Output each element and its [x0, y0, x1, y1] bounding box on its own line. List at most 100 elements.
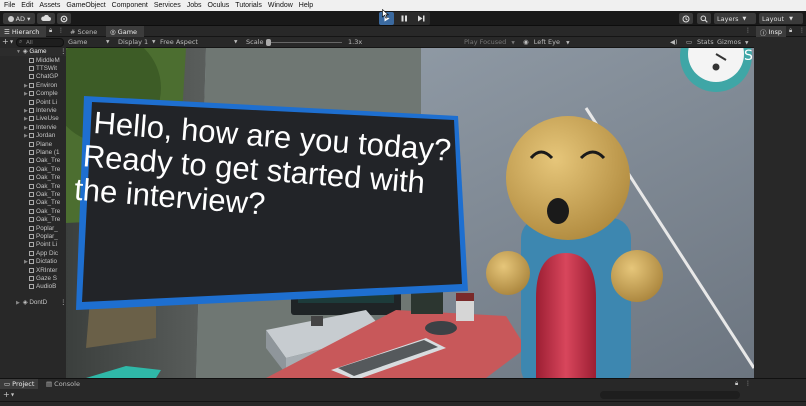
- kebab-menu-icon[interactable]: ⋮: [799, 27, 805, 34]
- lock-icon[interactable]: 🔒︎: [789, 27, 792, 35]
- hierarchy-item[interactable]: Oak_Tre: [0, 216, 66, 224]
- layers-label: Layers: [717, 14, 739, 23]
- hierarchy-item[interactable]: Oak_Tre: [0, 208, 66, 216]
- hierarchy-item[interactable]: Oak_Tre: [0, 199, 66, 207]
- hierarchy-item[interactable]: Oak_Tre: [0, 183, 66, 191]
- expand-arrow-icon[interactable]: ▼: [16, 48, 21, 56]
- gameobject-cube-icon: [29, 133, 34, 139]
- history-icon: [682, 15, 690, 22]
- menu-file[interactable]: File: [4, 2, 15, 9]
- game-view-toolbar: Game ▼ Display 1 ▼ Free Aspect ▼ Scale 1…: [66, 37, 754, 48]
- scale-slider[interactable]: [266, 39, 342, 46]
- menu-oculus[interactable]: Oculus: [208, 2, 230, 9]
- game-mode-dropdown[interactable]: Game ▼: [68, 37, 114, 48]
- vr-eye-dropdown[interactable]: ◉ Left Eye ▼: [523, 37, 570, 48]
- kebab-menu-icon[interactable]: ⋮: [58, 27, 64, 34]
- hierarchy-item[interactable]: ChatGP: [0, 73, 66, 81]
- lock-icon[interactable]: 🔒︎: [49, 27, 52, 35]
- search-button[interactable]: [697, 13, 711, 24]
- hierarchy-item[interactable]: ▶ LiveUse: [0, 115, 66, 123]
- hierarchy-item[interactable]: ▶ Jordan: [0, 132, 66, 140]
- hierarchy-item[interactable]: Oak_Tre: [0, 166, 66, 174]
- lock-icon[interactable]: 🔒︎: [735, 380, 738, 388]
- hierarchy-item[interactable]: ▶ Dictatio: [0, 258, 66, 266]
- tab-inspector[interactable]: ⓘ Insp: [756, 26, 786, 37]
- hierarchy-item[interactable]: Plane (1: [0, 149, 66, 157]
- account-icon: [7, 15, 14, 22]
- hierarchy-item[interactable]: Oak_Tre: [0, 191, 66, 199]
- hierarchy-panel: + ▼ ⌕ All ▼ ◈ Game ⋮ MiddleM TTSWit ChatGP…: [0, 37, 66, 378]
- step-button[interactable]: [414, 12, 428, 25]
- hierarchy-dontdestroy[interactable]: ▶ ◈ DontD ⋮: [0, 299, 66, 307]
- menu-assets[interactable]: Assets: [39, 2, 60, 9]
- mute-button[interactable]: ◀︎): [670, 37, 678, 48]
- history-button[interactable]: [679, 13, 693, 24]
- aspect-dropdown[interactable]: Free Aspect ▼: [160, 37, 242, 48]
- hierarchy-item[interactable]: Gaze S: [0, 275, 66, 283]
- chevron-down-icon: ▼: [10, 39, 14, 44]
- expand-arrow-icon[interactable]: ▶: [16, 299, 21, 307]
- gameobject-cube-icon: [29, 166, 34, 172]
- hierarchy-item[interactable]: Point Li: [0, 99, 66, 107]
- menu-services[interactable]: Services: [154, 2, 181, 9]
- search-placeholder: All: [26, 40, 33, 46]
- hierarchy-item[interactable]: ▶ Environ: [0, 82, 66, 90]
- hierarchy-item-label: Intervie: [36, 123, 57, 131]
- play-focused-dropdown[interactable]: Play Focused ▼: [464, 37, 515, 48]
- stats-button[interactable]: Stats: [697, 37, 714, 48]
- hierarchy-item[interactable]: Point Li: [0, 241, 66, 249]
- dontdestroy-label: DontD: [29, 299, 48, 306]
- kebab-menu-icon[interactable]: ⋮: [745, 27, 751, 34]
- hierarchy-item[interactable]: Poplar_: [0, 233, 66, 241]
- menu-jobs[interactable]: Jobs: [187, 2, 202, 9]
- menu-gameobject[interactable]: GameObject: [66, 2, 105, 9]
- gamepad-icon: ◎: [110, 27, 116, 36]
- flip-button[interactable]: ▭: [686, 37, 692, 48]
- hierarchy-item-label: Poplar_: [36, 232, 58, 240]
- hierarchy-item[interactable]: Poplar_: [0, 225, 66, 233]
- layout-dropdown[interactable]: Layout ▼: [759, 13, 803, 24]
- account-button[interactable]: AD ▾: [3, 13, 35, 24]
- gameobject-cube-icon: [29, 158, 34, 164]
- project-search-input[interactable]: [600, 391, 740, 399]
- pause-button[interactable]: [397, 12, 411, 25]
- hierarchy-item[interactable]: TTSWit: [0, 65, 66, 73]
- display-dropdown[interactable]: Display 1 ▼: [118, 37, 156, 48]
- layout-label: Layout: [762, 14, 785, 23]
- hierarchy-item-label: Oak_Tre: [36, 190, 61, 198]
- tab-scene[interactable]: # Scene: [66, 26, 106, 37]
- scale-slider-handle[interactable]: [266, 39, 271, 46]
- tab-hierarchy[interactable]: ☰ Hierarch: [0, 26, 46, 37]
- gameobject-cube-icon: [29, 267, 34, 273]
- add-icon[interactable]: +: [2, 37, 9, 46]
- hierarchy-item[interactable]: ▶ Comple: [0, 90, 66, 98]
- menu-tutorials[interactable]: Tutorials: [235, 2, 262, 9]
- hierarchy-item[interactable]: Oak_Tre: [0, 174, 66, 182]
- flip-icon: ▭: [686, 38, 693, 46]
- tab-game[interactable]: ◎ Game: [106, 26, 144, 37]
- hierarchy-search-input[interactable]: ⌕ All: [16, 38, 64, 47]
- menu-help[interactable]: Help: [299, 2, 313, 9]
- collab-button[interactable]: [57, 13, 71, 24]
- layers-dropdown[interactable]: Layers ▼: [714, 13, 756, 24]
- hierarchy-item[interactable]: AudioB: [0, 283, 66, 291]
- menu-edit[interactable]: Edit: [21, 2, 33, 9]
- hierarchy-item[interactable]: XRInter: [0, 267, 66, 275]
- hierarchy-item[interactable]: App Dic: [0, 250, 66, 258]
- hierarchy-item[interactable]: Plane: [0, 141, 66, 149]
- hierarchy-item[interactable]: ▶ Intervie: [0, 107, 66, 115]
- hierarchy-item[interactable]: MiddleM: [0, 57, 66, 65]
- display-label: Display 1: [118, 38, 149, 46]
- add-icon[interactable]: +: [3, 390, 10, 399]
- cloud-button[interactable]: [37, 13, 55, 24]
- tab-console[interactable]: ▤ Console: [42, 379, 84, 389]
- menu-window[interactable]: Window: [268, 2, 293, 9]
- gameobject-cube-icon: [29, 91, 34, 97]
- hierarchy-item[interactable]: Oak_Tre: [0, 157, 66, 165]
- gizmos-dropdown[interactable]: Gizmos ▼: [717, 37, 749, 48]
- hierarchy-scene-root[interactable]: ▼ ◈ Game ⋮: [0, 48, 66, 57]
- kebab-menu-icon[interactable]: ⋮: [745, 380, 751, 387]
- menu-component[interactable]: Component: [112, 2, 148, 9]
- hierarchy-item[interactable]: ▶ Intervie: [0, 124, 66, 132]
- tab-project[interactable]: ▭ Project: [0, 379, 38, 389]
